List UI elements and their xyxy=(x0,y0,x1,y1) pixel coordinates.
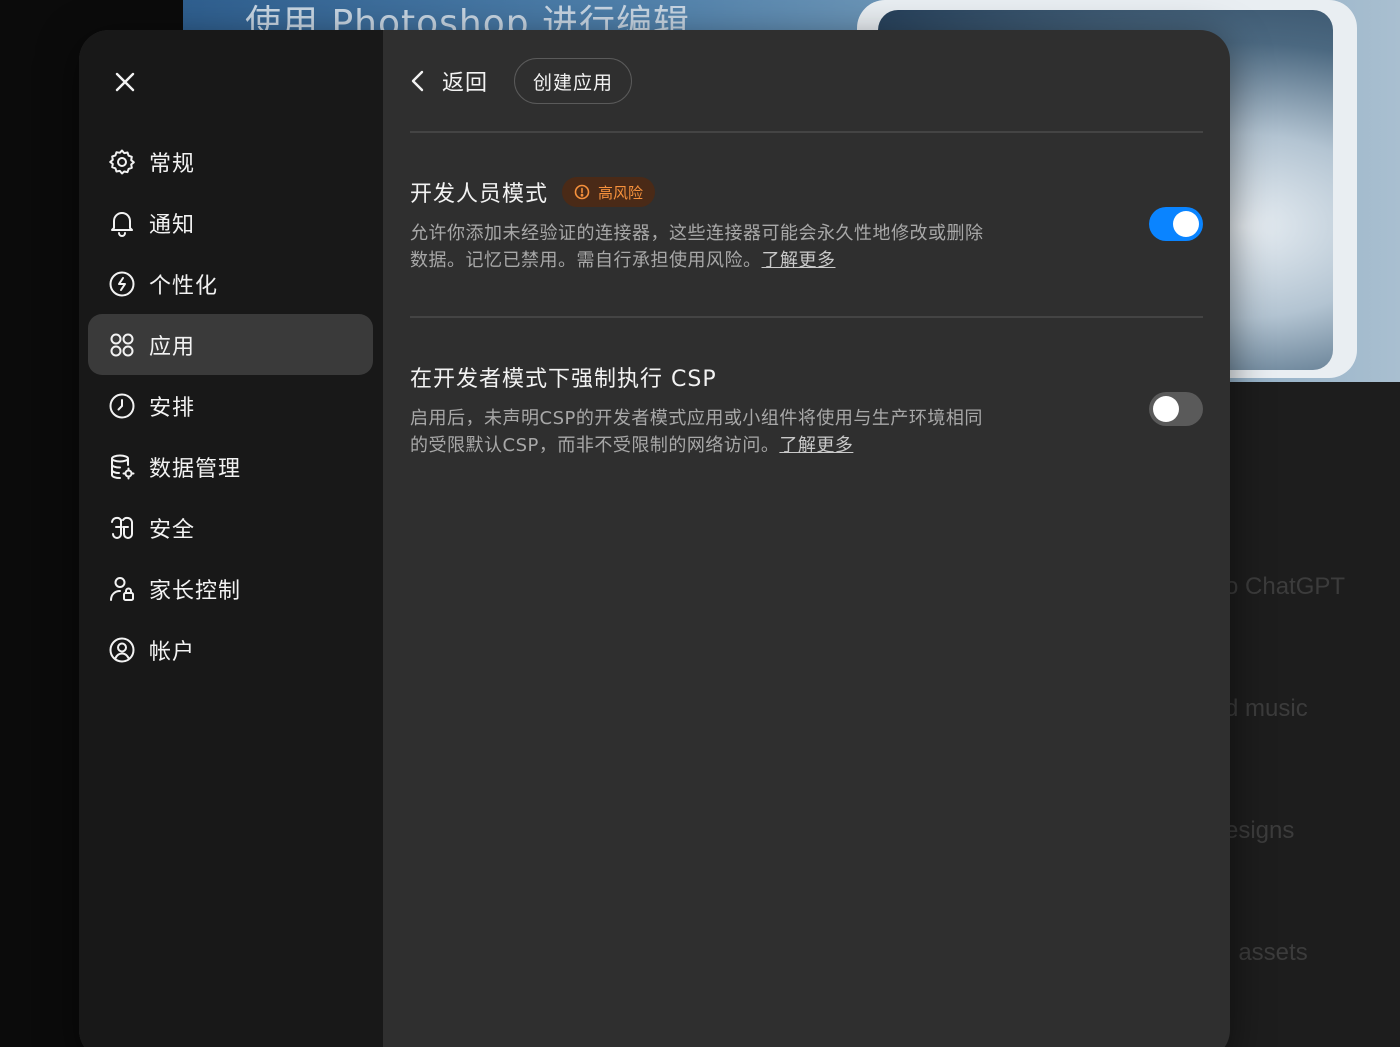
background-list-item: esigns xyxy=(1225,817,1295,844)
sidebar-item-security[interactable]: 安全 xyxy=(88,497,373,558)
sidebar-item-account[interactable]: 帐户 xyxy=(88,619,373,680)
background-list-item: , assets xyxy=(1225,939,1308,966)
sidebar-item-label: 家长控制 xyxy=(149,578,242,604)
sidebar-item-data-controls[interactable]: 数据管理 xyxy=(88,436,373,497)
sidebar-item-label: 应用 xyxy=(149,334,196,360)
learn-more-link[interactable]: 了解更多 xyxy=(762,250,836,271)
toggle-knob xyxy=(1173,211,1199,237)
sidebar-item-apps[interactable]: 应用 xyxy=(88,314,373,375)
security-icon xyxy=(108,514,136,542)
sidebar-item-label: 常规 xyxy=(149,151,196,177)
chevron-left-icon xyxy=(411,70,424,92)
risk-badge-label: 高风险 xyxy=(598,183,644,202)
back-button[interactable]: 返回 xyxy=(410,65,488,97)
divider xyxy=(410,316,1203,318)
setting-title: 在开发者模式下强制执行 CSP xyxy=(410,367,717,392)
personalize-icon xyxy=(108,270,136,298)
setting-description: 允许你添加未经验证的连接器，这些连接器可能会永久性地修改或删除数据。记忆已禁用。… xyxy=(410,220,990,274)
sidebar-item-parental-controls[interactable]: 家长控制 xyxy=(88,558,373,619)
close-icon xyxy=(115,72,135,92)
clock-icon xyxy=(108,392,136,420)
sidebar-item-label: 安全 xyxy=(149,517,196,543)
settings-content: 返回 创建应用 开发人员模式 高风险 允许你添加未经验证的连接器，这些连接器可能… xyxy=(383,30,1230,1047)
setting-description: 启用后，未声明CSP的开发者模式应用或小组件将使用与生产环境相同的受限默认CSP… xyxy=(410,405,990,459)
bell-icon xyxy=(108,209,136,237)
warning-icon xyxy=(574,184,590,200)
risk-badge: 高风险 xyxy=(562,177,656,207)
setting-title-row: 开发人员模式 高风险 xyxy=(410,176,1203,208)
background-list-item: o ChatGPT xyxy=(1225,573,1346,600)
sidebar-item-label: 个性化 xyxy=(149,273,219,299)
settings-modal: 常规 通知 个性化 应用 安排 数据管理 安全 家长控制 帐户 返回 创建应用 … xyxy=(79,30,1230,1047)
sidebar-item-label: 帐户 xyxy=(149,639,196,665)
settings-nav: 常规 通知 个性化 应用 安排 数据管理 安全 家长控制 帐户 xyxy=(88,131,373,680)
toggle-knob xyxy=(1153,396,1179,422)
sidebar-item-label: 数据管理 xyxy=(149,456,242,482)
sidebar-item-label: 通知 xyxy=(149,212,196,238)
sidebar-item-general[interactable]: 常规 xyxy=(88,131,373,192)
setting-title-row: 在开发者模式下强制执行 CSP xyxy=(410,361,1203,393)
setting-description-text: 允许你添加未经验证的连接器，这些连接器可能会永久性地修改或删除数据。记忆已禁用。… xyxy=(410,223,984,271)
settings-sidebar: 常规 通知 个性化 应用 安排 数据管理 安全 家长控制 帐户 xyxy=(79,30,383,1047)
setting-title: 开发人员模式 xyxy=(410,182,549,207)
sidebar-item-notifications[interactable]: 通知 xyxy=(88,192,373,253)
setting-enforce-csp: 在开发者模式下强制执行 CSP 启用后，未声明CSP的开发者模式应用或小组件将使… xyxy=(410,361,1203,459)
gear-icon xyxy=(108,148,136,176)
sidebar-item-label: 安排 xyxy=(149,395,196,421)
parental-control-icon xyxy=(108,575,136,603)
apps-grid-icon xyxy=(108,331,136,359)
enforce-csp-toggle[interactable] xyxy=(1149,392,1203,426)
create-app-button[interactable]: 创建应用 xyxy=(514,58,633,104)
sidebar-item-schedule[interactable]: 安排 xyxy=(88,375,373,436)
setting-developer-mode: 开发人员模式 高风险 允许你添加未经验证的连接器，这些连接器可能会永久性地修改或… xyxy=(410,176,1203,274)
setting-description-text: 启用后，未声明CSP的开发者模式应用或小组件将使用与生产环境相同的受限默认CSP… xyxy=(410,408,983,456)
content-header: 返回 创建应用 xyxy=(410,57,633,105)
back-label: 返回 xyxy=(442,71,489,96)
close-button[interactable] xyxy=(109,66,141,98)
divider xyxy=(410,131,1203,133)
sidebar-item-personalization[interactable]: 个性化 xyxy=(88,253,373,314)
learn-more-link[interactable]: 了解更多 xyxy=(779,435,853,456)
user-circle-icon xyxy=(108,636,136,664)
background-list-item: d music xyxy=(1225,695,1308,722)
developer-mode-toggle[interactable] xyxy=(1149,207,1203,241)
database-gear-icon xyxy=(108,453,136,481)
